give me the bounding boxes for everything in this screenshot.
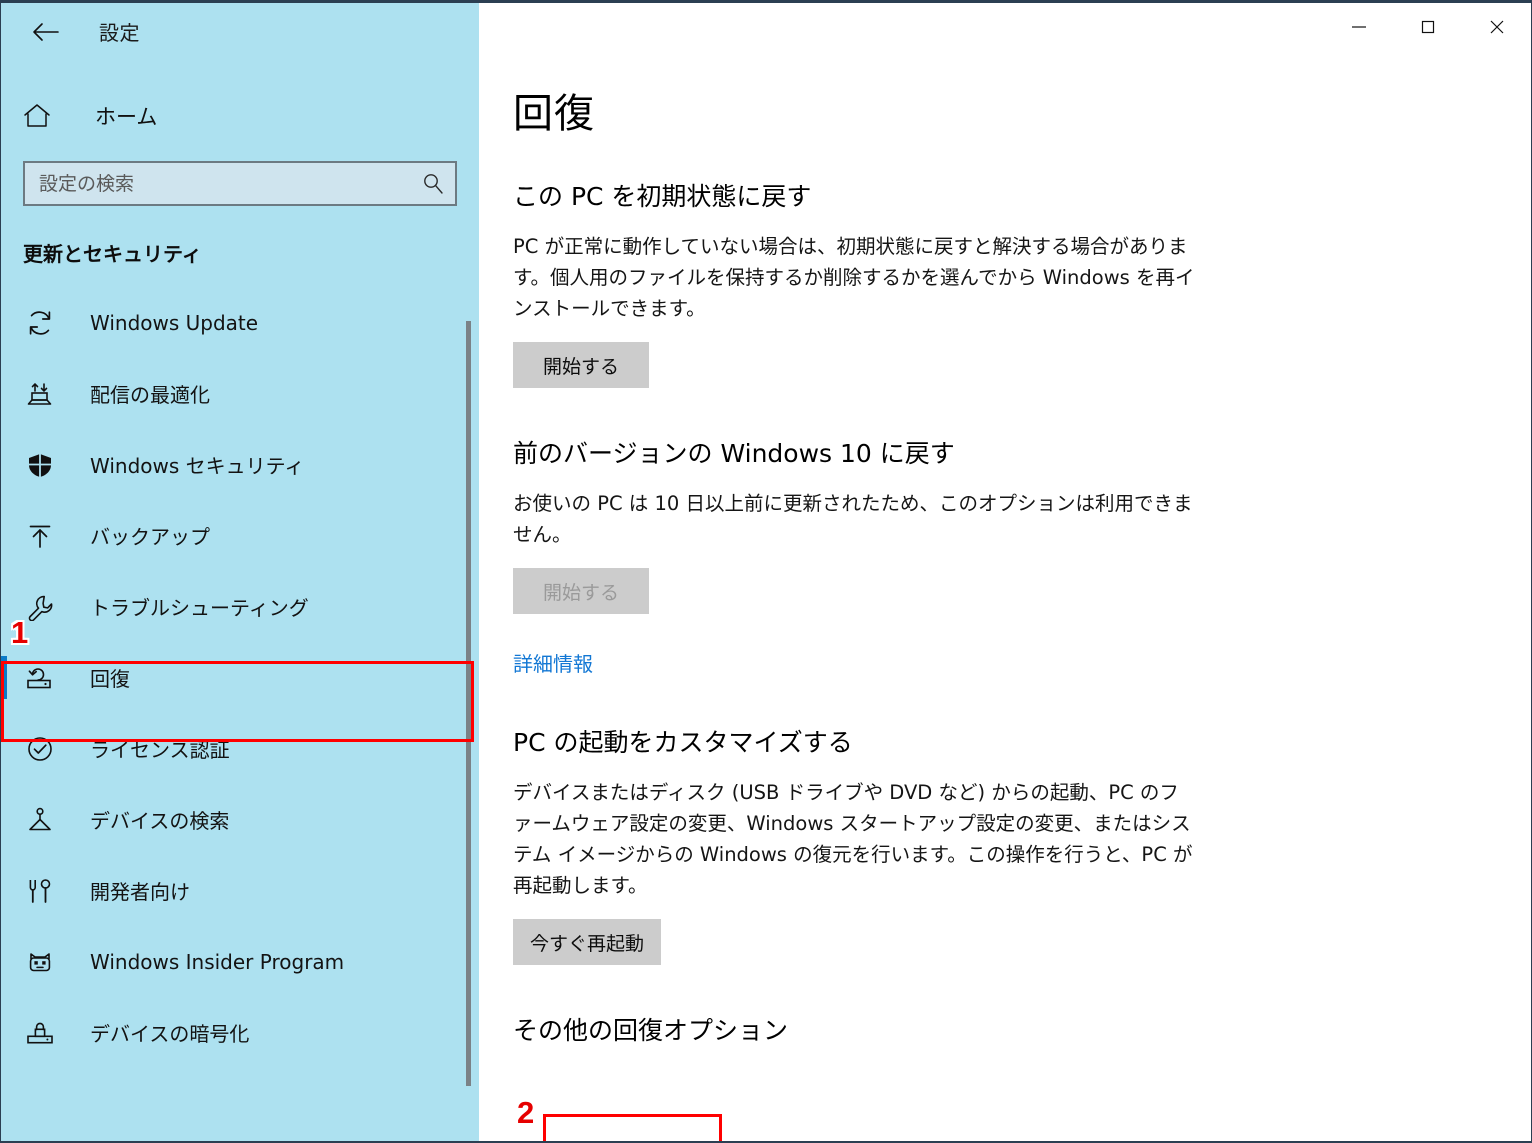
insider-cat-icon <box>23 948 57 976</box>
section-reset-pc: この PC を初期状態に戻す PC が正常に動作していない場合は、初期状態に戻す… <box>513 177 1531 388</box>
delivery-optimization-icon <box>23 380 57 408</box>
sidebar-scrollbar-thumb[interactable] <box>466 321 471 1086</box>
search-icon[interactable] <box>411 173 455 195</box>
device-encryption-icon <box>23 1019 57 1047</box>
section-go-back-body: お使いの PC は 10 日以上前に更新されたため、このオプションは利用できませ… <box>513 492 1193 546</box>
go-back-start-button: 開始する <box>513 568 649 614</box>
recovery-page: 回復 この PC を初期状態に戻す PC が正常に動作していない場合は、初期状態… <box>479 3 1531 1141</box>
window-controls <box>1324 3 1531 51</box>
reset-pc-start-button[interactable]: 開始する <box>513 342 649 388</box>
sidebar-item-home-label: ホーム <box>95 105 158 129</box>
sidebar-item-troubleshoot-label: トラブルシューティング <box>90 596 309 620</box>
sidebar-item-insider-program-label: Windows Insider Program <box>90 949 345 974</box>
more-info-link[interactable]: 詳細情報 <box>513 648 593 677</box>
sidebar-item-recovery[interactable]: 回復 <box>1 642 479 713</box>
close-icon <box>1490 20 1503 34</box>
back-button[interactable] <box>23 12 67 52</box>
section-more-recovery-options-heading: その他の回復オプション <box>513 1016 789 1045</box>
check-circle-icon <box>23 735 57 763</box>
minimize-icon <box>1351 26 1366 28</box>
sidebar-item-troubleshoot[interactable]: トラブルシューティング <box>1 571 479 642</box>
sidebar-item-recovery-label: 回復 <box>90 667 130 691</box>
sidebar-item-for-developers-label: 開発者向け <box>90 880 190 904</box>
sidebar: 設定 ホーム 更新とセキュリティ <box>1 3 479 1141</box>
sidebar-nav-list: Windows Update 配信の最適化 Windows セキュリティ バック… <box>1 287 479 1068</box>
annotation-highlight-restart <box>543 1114 722 1141</box>
section-advanced-startup: PC の起動をカスタマイズする デバイスまたはディスク (USB ドライブや D… <box>513 723 1531 1141</box>
settings-window: 設定 ホーム 更新とセキュリティ <box>0 0 1532 1143</box>
restart-button-area: 今すぐ再起動 2 <box>513 901 1531 1141</box>
maximize-icon <box>1421 20 1434 34</box>
recovery-icon <box>23 664 57 692</box>
home-icon <box>23 103 59 129</box>
section-more-recovery-options: その他の回復オプション <box>513 1011 1531 1047</box>
minimize-button[interactable] <box>1324 3 1393 51</box>
sidebar-item-delivery-optimization[interactable]: 配信の最適化 <box>1 358 479 429</box>
sidebar-item-find-device-label: デバイスの検索 <box>90 809 230 833</box>
close-button[interactable] <box>1462 3 1531 51</box>
backup-upload-icon <box>23 522 57 550</box>
section-go-back-heading: 前のバージョンの Windows 10 に戻す <box>513 439 955 468</box>
sidebar-item-activation-label: ライセンス認証 <box>90 738 230 762</box>
sidebar-item-activation[interactable]: ライセンス認証 <box>1 713 479 784</box>
developer-tools-icon <box>23 877 57 905</box>
sidebar-item-windows-security[interactable]: Windows セキュリティ <box>1 429 479 500</box>
sidebar-item-home[interactable]: ホーム <box>1 90 479 142</box>
maximize-button[interactable] <box>1393 3 1462 51</box>
sidebar-category-title: 更新とセキュリティ <box>23 242 202 266</box>
main-content: 回復 この PC を初期状態に戻す PC が正常に動作していない場合は、初期状態… <box>479 3 1531 1141</box>
sidebar-scrollbar[interactable] <box>463 3 475 1141</box>
search-box[interactable] <box>23 161 457 206</box>
search-input[interactable] <box>25 172 411 195</box>
restart-now-button[interactable]: 今すぐ再起動 <box>513 919 662 965</box>
section-go-back: 前のバージョンの Windows 10 に戻す お使いの PC は 10 日以上… <box>513 434 1531 677</box>
shield-icon <box>23 451 57 479</box>
sidebar-titlebar: 設定 <box>1 3 479 60</box>
section-reset-pc-heading: この PC を初期状態に戻す <box>513 182 812 211</box>
section-reset-pc-body: PC が正常に動作していない場合は、初期状態に戻すと解決する場合があります。個人… <box>513 235 1195 320</box>
sidebar-item-windows-update-label: Windows Update <box>90 310 259 335</box>
back-arrow-icon <box>33 22 59 41</box>
sidebar-item-windows-security-label: Windows セキュリティ <box>90 454 305 478</box>
sidebar-item-windows-update[interactable]: Windows Update <box>1 287 479 358</box>
annotation-marker-2: 2 <box>517 1095 535 1130</box>
sidebar-item-backup[interactable]: バックアップ <box>1 500 479 571</box>
sidebar-item-delivery-optimization-label: 配信の最適化 <box>90 383 210 407</box>
page-title: 回復 <box>513 91 595 137</box>
sidebar-item-backup-label: バックアップ <box>90 525 210 549</box>
sidebar-item-device-encryption[interactable]: デバイスの暗号化 <box>1 997 479 1068</box>
annotation-marker-1: 1 <box>11 615 29 650</box>
sync-icon <box>23 309 57 337</box>
sidebar-item-for-developers[interactable]: 開発者向け <box>1 855 479 926</box>
section-advanced-startup-heading: PC の起動をカスタマイズする <box>513 728 853 757</box>
app-title: 設定 <box>99 21 140 45</box>
section-advanced-startup-body: デバイスまたはディスク (USB ドライブや DVD など) からの起動、PC … <box>513 781 1193 897</box>
sidebar-item-device-encryption-label: デバイスの暗号化 <box>90 1022 250 1046</box>
sidebar-item-find-device[interactable]: デバイスの検索 <box>1 784 479 855</box>
find-device-icon <box>23 806 57 834</box>
sidebar-item-insider-program[interactable]: Windows Insider Program <box>1 926 479 997</box>
